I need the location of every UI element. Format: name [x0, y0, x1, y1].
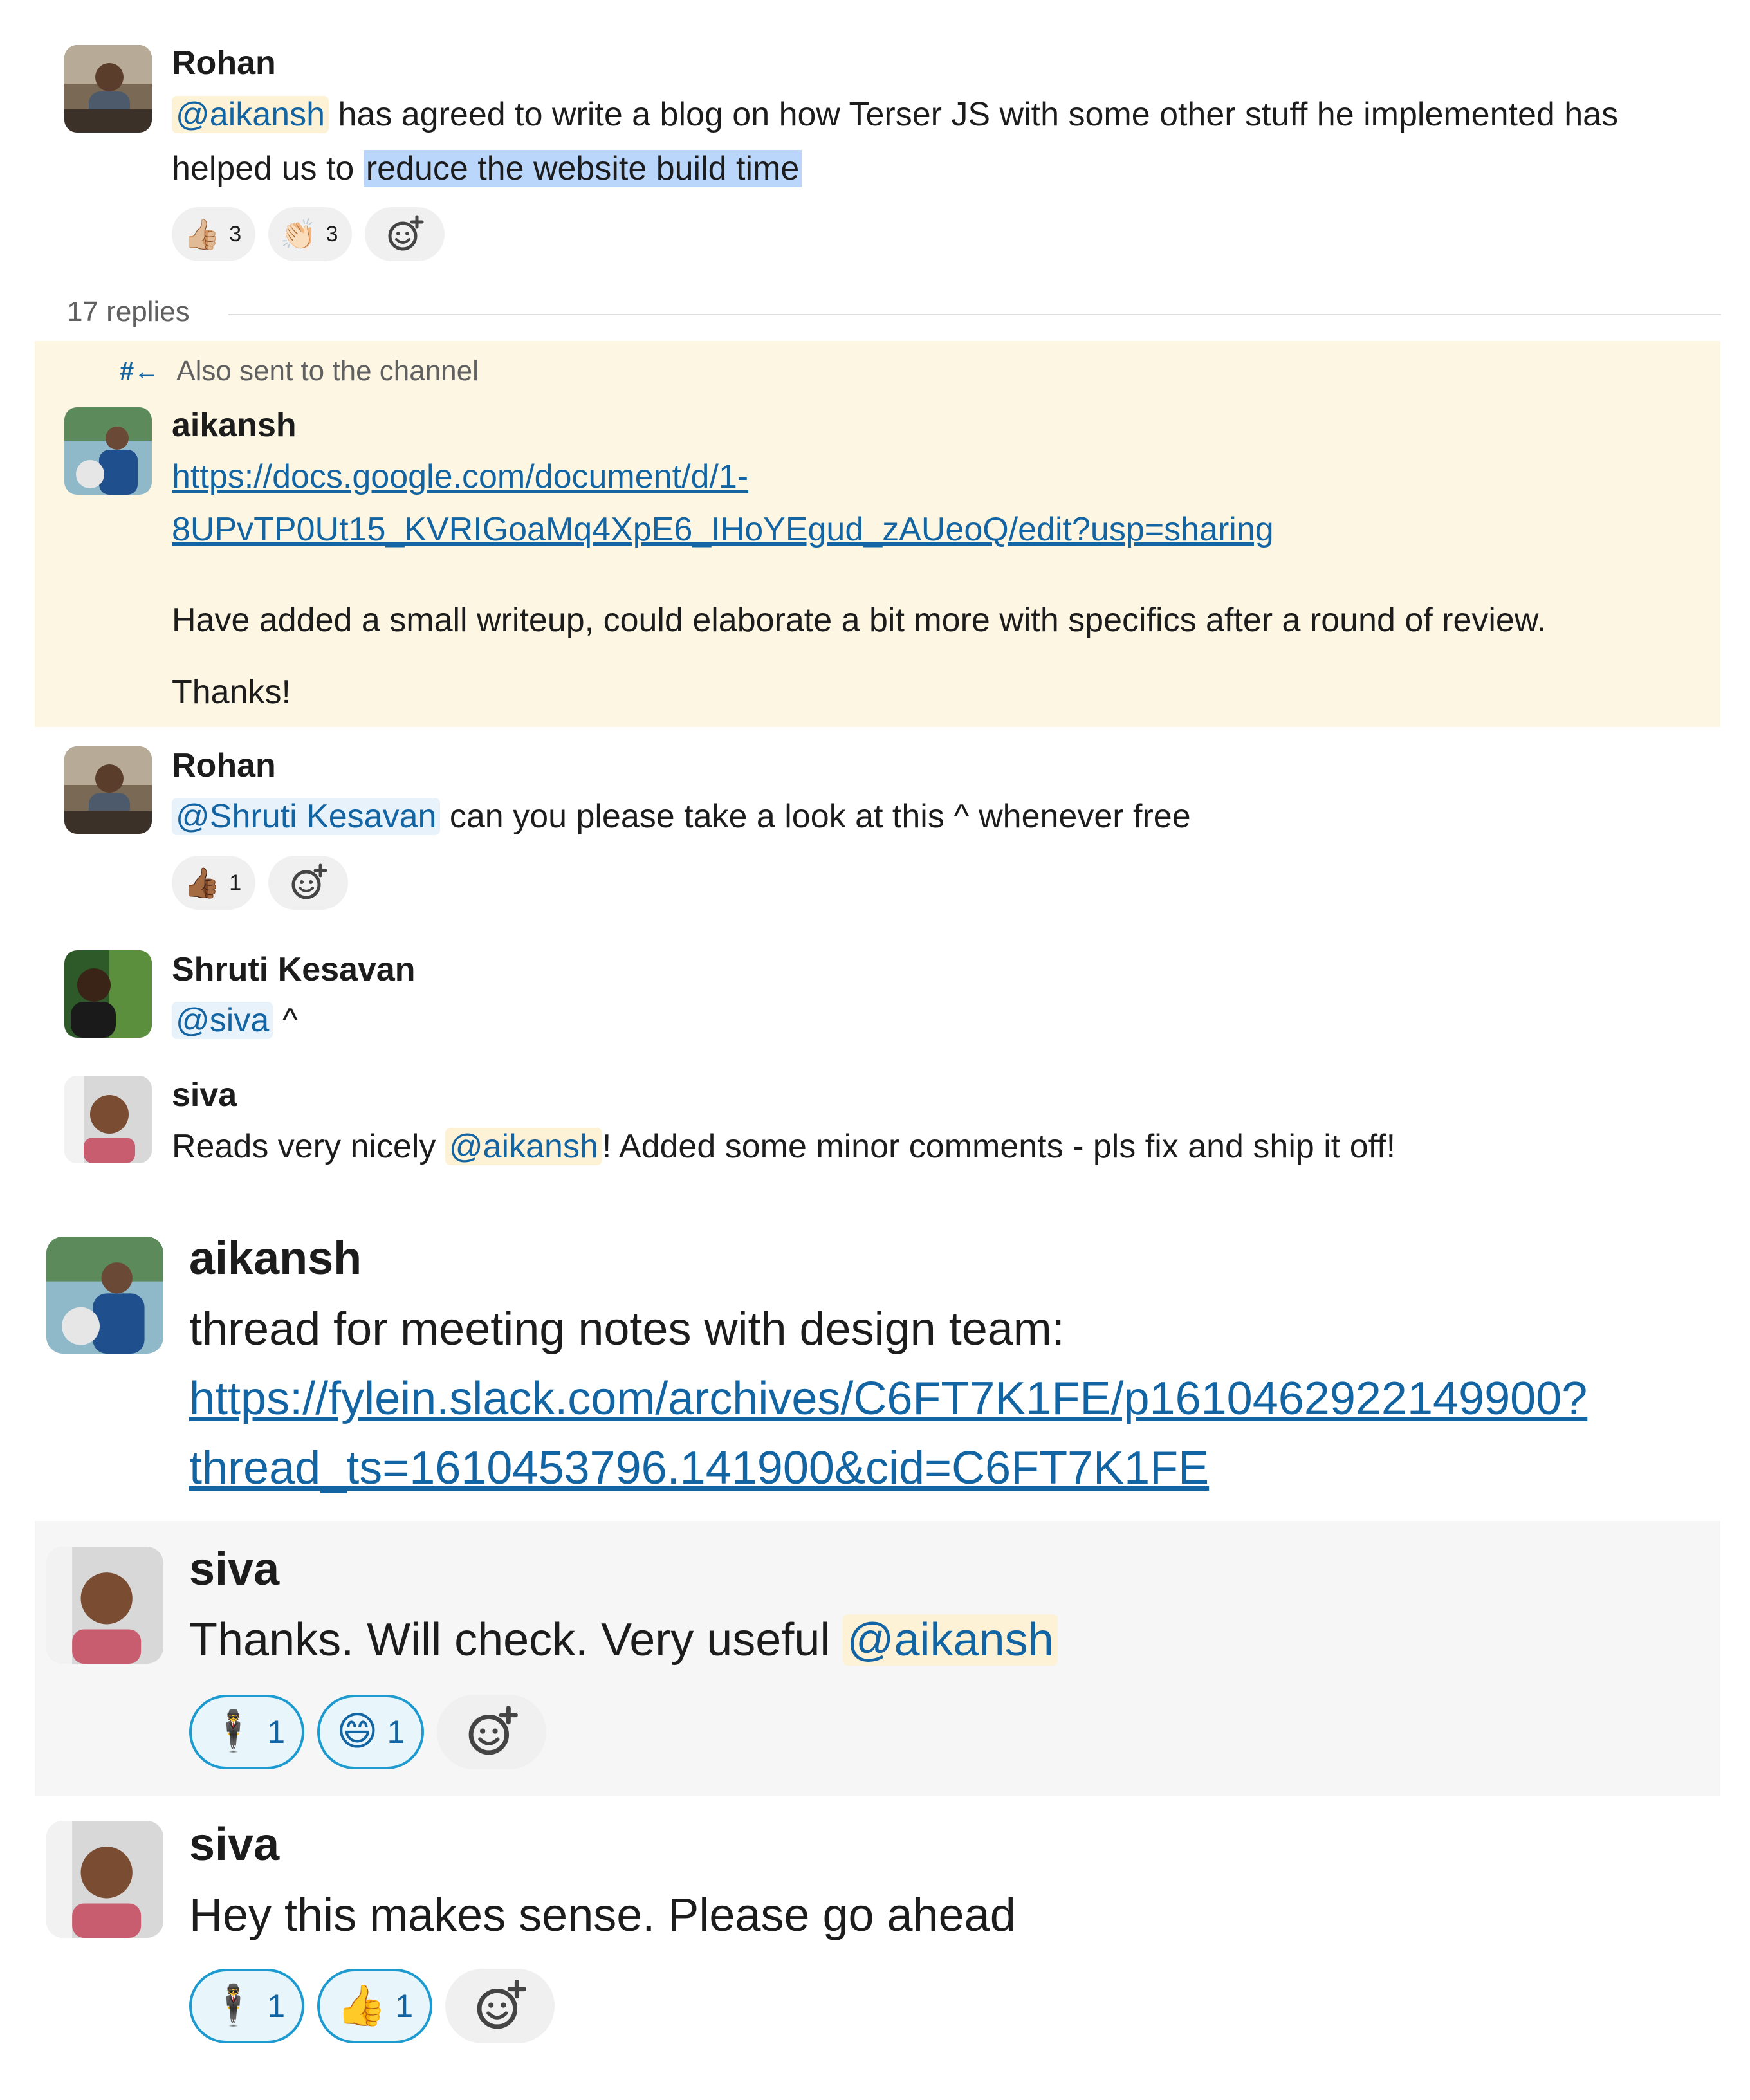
avatar-aikansh[interactable] — [46, 1237, 163, 1354]
thumbs-up-icon: 👍 — [336, 1984, 387, 2028]
reaction-bar: 👍🏼 3 👏🏻 3 — [172, 207, 445, 261]
message-text: Thanks. Will check. Very useful — [189, 1614, 843, 1666]
thumbs-up-icon: 👍🏾 — [183, 866, 221, 899]
document-link[interactable]: https://docs.google.com/document/d/1- — [172, 458, 748, 495]
message-text: can you please take a look at this ^ whe… — [440, 798, 1191, 835]
message-text-line: @Shruti Kesavan can you please take a lo… — [172, 797, 1191, 836]
also-sent-label: Also sent to the channel — [176, 355, 479, 387]
message-link-line: https://docs.google.com/document/d/1- — [172, 457, 748, 496]
thread-link[interactable]: https://fylein.slack.com/archives/C6FT7K… — [189, 1373, 1587, 1424]
message-text: Hey this makes sense. Please go ahead — [189, 1890, 1016, 1941]
message-text-line: @aikansh has agreed to write a blog on h… — [172, 95, 1618, 134]
mention[interactable]: @Shruti Kesavan — [172, 798, 441, 835]
reaction-count: 3 — [326, 221, 338, 246]
man-in-suit-levitating-icon: 🕴 — [208, 1984, 259, 2028]
message-text: thread for meeting notes with design tea… — [189, 1303, 1065, 1355]
reaction-count: 1 — [267, 1714, 286, 1750]
mention[interactable]: @siva — [172, 1002, 273, 1039]
add-reaction-button[interactable] — [445, 1969, 555, 2043]
reaction-thumbs-up[interactable]: 👍🏼 3 — [172, 207, 256, 261]
avatar-shruti-kesavan[interactable] — [64, 950, 152, 1038]
clap-icon: 👏🏻 — [280, 217, 317, 251]
reaction-count: 1 — [229, 870, 242, 895]
mention[interactable]: @aikansh — [445, 1128, 602, 1165]
message-text: ^ — [273, 1002, 299, 1039]
reaction-bar: 👍🏾 1 — [172, 856, 349, 910]
avatar-aikansh[interactable] — [64, 407, 152, 495]
message-text-line: Thanks. Will check. Very useful @aikansh — [189, 1614, 1058, 1666]
smile-icon: 😄 — [336, 1709, 378, 1754]
reaction-count: 1 — [395, 1988, 414, 2024]
sender-name[interactable]: aikansh — [172, 406, 297, 445]
message-text: ! Added some minor comments - pls fix an… — [602, 1128, 1396, 1165]
sender-name[interactable]: siva — [189, 1818, 279, 1871]
reaction-man-levitating[interactable]: 🕴 1 — [189, 1969, 305, 2043]
avatar-rohan[interactable] — [64, 746, 152, 834]
mention[interactable]: @aikansh — [843, 1614, 1058, 1666]
add-reaction-button[interactable] — [437, 1695, 547, 1769]
sender-name[interactable]: Rohan — [172, 746, 276, 785]
sender-name[interactable]: aikansh — [189, 1232, 362, 1285]
thumbs-up-icon: 👍🏼 — [183, 217, 221, 251]
add-reaction-icon — [469, 1706, 519, 1755]
avatar-siva[interactable] — [46, 1547, 163, 1664]
man-in-suit-levitating-icon: 🕴 — [208, 1709, 259, 1754]
message-text: Reads very nicely — [172, 1128, 445, 1165]
message-link-line: https://fylein.slack.com/archives/C6FT7K… — [189, 1372, 1587, 1425]
replies-divider — [228, 314, 1721, 315]
reaction-thumbs-up[interactable]: 👍🏾 1 — [172, 856, 256, 910]
reaction-man-levitating[interactable]: 🕴 1 — [189, 1695, 305, 1769]
message-link-line: thread_ts=1610453796.141900&cid=C6FT7K1F… — [189, 1442, 1209, 1495]
avatar-siva[interactable] — [46, 1821, 163, 1938]
add-reaction-icon — [388, 215, 424, 251]
highlighted-text: reduce the website build time — [363, 150, 802, 187]
also-sent-to-channel[interactable]: #← Also sent to the channel — [120, 355, 479, 387]
reaction-bar: 🕴 1 👍 1 — [189, 1969, 555, 2043]
avatar-siva[interactable] — [64, 1076, 152, 1163]
message-text: helped us to — [172, 150, 364, 187]
reaction-count: 3 — [229, 221, 242, 246]
message-text-line: Reads very nicely @aikansh! Added some m… — [172, 1127, 1395, 1166]
add-reaction-button[interactable] — [365, 207, 445, 261]
document-link-continued[interactable]: 8UPvTP0Ut15_KVRIGoaMq4XpE6_IHoYEgud_zAUe… — [172, 511, 1274, 548]
avatar-rohan[interactable] — [64, 45, 152, 133]
sender-name[interactable]: siva — [189, 1543, 279, 1596]
message-text: has agreed to write a blog on how Terser… — [329, 96, 1619, 133]
reaction-smile[interactable]: 😄 1 — [317, 1695, 425, 1769]
message-text-line: helped us to reduce the website build ti… — [172, 149, 802, 188]
mention[interactable]: @aikansh — [172, 96, 329, 133]
replies-count[interactable]: 17 replies — [67, 296, 190, 328]
reaction-count: 1 — [267, 1988, 286, 2024]
message-text-line: @siva ^ — [172, 1001, 298, 1040]
message-text: Thanks! — [172, 674, 291, 711]
reaction-count: 1 — [387, 1714, 405, 1750]
thread-link-continued[interactable]: thread_ts=1610453796.141900&cid=C6FT7K1F… — [189, 1442, 1209, 1494]
reaction-thumbs-up[interactable]: 👍 1 — [317, 1969, 433, 2043]
sender-name[interactable]: Shruti Kesavan — [172, 950, 416, 989]
reaction-clap[interactable]: 👏🏻 3 — [268, 207, 353, 261]
add-reaction-icon — [477, 1980, 526, 2029]
reaction-bar: 🕴 1 😄 1 — [189, 1695, 547, 1769]
message-text: Have added a small writeup, could elabor… — [172, 602, 1546, 639]
add-reaction-button[interactable] — [268, 856, 349, 910]
message-link-line: 8UPvTP0Ut15_KVRIGoaMq4XpE6_IHoYEgud_zAUe… — [172, 510, 1274, 549]
sender-name[interactable]: siva — [172, 1076, 237, 1114]
channel-broadcast-icon: #← — [120, 356, 160, 385]
add-reaction-icon — [291, 863, 327, 899]
sender-name[interactable]: Rohan — [172, 44, 276, 82]
